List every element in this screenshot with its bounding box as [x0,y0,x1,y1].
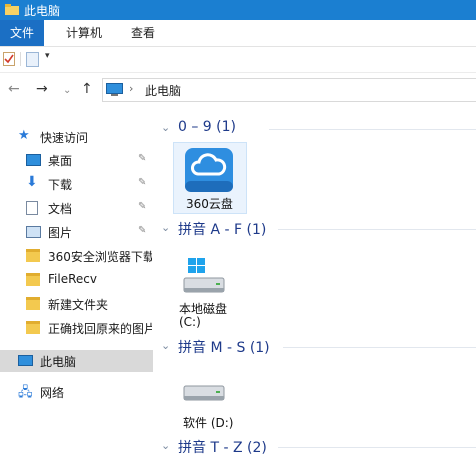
sidebar-item-folder[interactable]: 360安全浏览器下载 [0,245,153,267]
sidebar-item-label: 网络 [40,386,65,400]
sidebar-item-label: 下载 [48,178,73,192]
sidebar-item-label: 快速访问 [40,131,89,145]
sidebar-item-label: 正确找回原来的图片 [48,322,152,336]
drive-sublabel: (C:) [179,315,201,329]
network-icon: 🖧 [18,385,33,400]
sidebar-item-pictures[interactable]: 图片 ✎ [0,221,153,243]
chevron-right-icon: › [129,82,134,95]
sidebar-item-label: 新建文件夹 [48,298,109,312]
drive-icon [183,385,225,401]
recent-dropdown-icon[interactable]: ⌄ [63,83,71,99]
sidebar-item-folder[interactable]: 正确找回原来的图片 [0,317,153,339]
sidebar-item-this-pc[interactable]: 此电脑 [0,350,153,372]
sidebar-item-folder[interactable]: 新建文件夹 [0,293,153,315]
sidebar-item-label: 图片 [48,226,73,240]
pin-icon[interactable]: ✎ [138,201,146,212]
sidebar-item-documents[interactable]: 文档 ✎ [0,197,153,219]
sidebar-item-label: 360安全浏览器下载 [48,250,152,264]
group-title: 拼音 A - F (1) [178,222,267,238]
ribbon-tabs: 文件 计算机 查看 [0,20,476,47]
drive-tile-d[interactable]: 软件 (D:) [177,374,267,434]
window-title: 此电脑 [24,4,61,18]
address-bar[interactable]: › 此电脑 [102,78,476,102]
sidebar-item-label: FileRecv [48,272,97,286]
drive-tile-c[interactable]: 本地磁盘 (C:) [177,254,247,329]
sidebar-item-folder[interactable]: FileRecv [0,269,153,291]
back-icon[interactable]: ← [8,81,20,97]
windows-drive-icon [183,258,225,293]
sidebar-item-downloads[interactable]: ⬇ 下载 ✎ [0,173,153,195]
folder-icon [26,321,40,334]
quick-access-toolbar: ▾ [0,47,476,73]
sidebar-item-label: 此电脑 [40,355,77,369]
tab-file[interactable]: 文件 [0,20,44,46]
sidebar-item-desktop[interactable]: 桌面 ✎ [0,149,153,171]
customize-dropdown-icon[interactable]: ▾ [45,51,50,61]
group-title: 0 – 9 (1) [178,119,236,135]
folder-icon [26,249,40,262]
group-header[interactable]: ⌄ 拼音 M - S (1) [153,336,476,358]
forward-icon[interactable]: → [36,81,48,97]
drive-tile-360[interactable]: 360云盘 [173,142,247,214]
download-icon: ⬇ [26,174,38,190]
sidebar-item-network[interactable]: 🖧 网络 [0,381,153,403]
pin-icon[interactable]: ✎ [138,225,146,236]
properties-check-icon[interactable] [3,52,15,66]
up-icon[interactable]: ↑ [81,81,93,97]
sidebar-item-quick-access[interactable]: ★ 快速访问 [0,126,153,148]
document-icon [26,201,38,215]
new-page-icon[interactable] [26,52,39,67]
pin-icon[interactable]: ✎ [138,177,146,188]
folder-icon [5,4,19,15]
group-divider [278,447,476,448]
pc-icon [18,355,33,366]
sidebar-item-label: 桌面 [48,154,73,168]
toolbar-divider [20,52,21,66]
star-icon: ★ [18,128,30,143]
navigation-pane: ★ 快速访问 桌面 ✎ ⬇ 下载 ✎ 文档 ✎ 图片 ✎ 360安全浏览器下载 … [0,106,153,475]
sidebar-item-label: 文档 [48,202,73,216]
tab-computer[interactable]: 计算机 [66,20,102,46]
chevron-down-icon[interactable]: ⌄ [161,439,170,452]
group-divider [283,347,476,348]
group-title: 拼音 M - S (1) [178,340,270,356]
folder-icon [26,273,40,286]
group-divider [278,229,476,230]
drive-label: 360云盘 [186,197,233,211]
cloud-drive-icon [185,148,233,192]
tab-view[interactable]: 查看 [131,20,155,46]
group-header[interactable]: ⌄ 拼音 A - F (1) [153,218,476,240]
picture-icon [26,226,41,238]
group-header[interactable]: ⌄ 0 – 9 (1) [153,118,476,140]
chevron-down-icon[interactable]: ⌄ [161,121,170,134]
title-bar: 此电脑 [0,0,476,20]
pc-icon [106,83,123,96]
group-title: 拼音 T - Z (2) [178,440,267,456]
group-header[interactable]: ⌄ 拼音 T - Z (2) [153,436,476,458]
chevron-down-icon[interactable]: ⌄ [161,339,170,352]
pin-icon[interactable]: ✎ [138,153,146,164]
desktop-icon [26,154,41,166]
group-divider [269,129,476,130]
breadcrumb-this-pc[interactable]: 此电脑 [145,82,181,99]
chevron-down-icon[interactable]: ⌄ [161,221,170,234]
drive-label: 软件 (D:) [183,416,234,430]
folder-icon [26,297,40,310]
content-pane: ⌄ 0 – 9 (1) 360云盘 ⌄ 拼音 A - F (1) 本地磁盘 (C… [153,106,476,475]
